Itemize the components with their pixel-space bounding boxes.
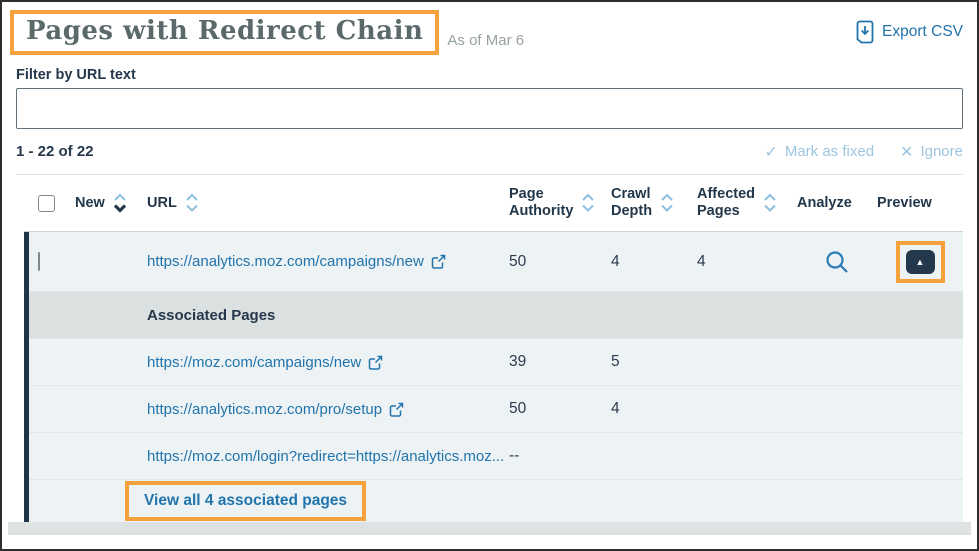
select-all-checkbox[interactable]	[38, 195, 55, 212]
x-icon: ✕	[900, 142, 913, 162]
associated-pages-header: Associated Pages	[29, 292, 963, 339]
checkmark-icon: ✓	[764, 142, 777, 162]
mark-as-fixed-button[interactable]: ✓ Mark as fixed	[764, 142, 874, 162]
header-bar: Pages with Redirect Chain As of Mar 6 Ex…	[10, 10, 969, 55]
sort-icon-page-authority[interactable]	[581, 192, 595, 214]
column-header-url[interactable]: URL	[147, 195, 177, 212]
row-checkbox[interactable]	[38, 252, 40, 271]
associated-row: https://analytics.moz.com/pro/setup 50 4	[29, 386, 963, 433]
table-header-row: New URL Page Authority	[24, 175, 963, 232]
view-all-annotation-box: View all 4 associated pages	[125, 481, 366, 521]
sort-icon-crawl-depth[interactable]	[660, 192, 674, 214]
external-link-icon[interactable]	[431, 254, 446, 269]
page-authority-value: 50	[509, 400, 611, 418]
column-header-preview: Preview	[877, 195, 932, 212]
title-annotation-box: Pages with Redirect Chain	[10, 10, 439, 55]
mark-as-fixed-label: Mark as fixed	[785, 143, 874, 160]
filter-section: Filter by URL text	[16, 67, 963, 129]
expanded-row-group: https://analytics.moz.com/campaigns/new …	[24, 232, 963, 522]
collapse-triangle-icon: ▲	[916, 257, 925, 267]
bulk-actions: ✓ Mark as fixed ✕ Ignore	[764, 142, 963, 162]
preview-annotation-box: ▲	[896, 241, 945, 283]
result-count: 1 - 22 of 22	[16, 143, 94, 160]
associated-row: https://moz.com/campaigns/new 39 5	[29, 339, 963, 386]
count-row: 1 - 22 of 22 ✓ Mark as fixed ✕ Ignore	[16, 129, 963, 175]
table-row-main: https://analytics.moz.com/campaigns/new …	[29, 232, 963, 292]
column-header-page-authority[interactable]: Page Authority	[509, 186, 573, 219]
associated-url-link[interactable]: https://moz.com/campaigns/new	[147, 354, 361, 371]
page-authority-value: --	[509, 447, 611, 465]
export-csv-button[interactable]: Export CSV	[855, 20, 963, 44]
as-of-date: As of Mar 6	[447, 32, 524, 55]
column-header-analyze: Analyze	[797, 195, 852, 212]
sort-icon-new[interactable]	[113, 192, 127, 214]
column-header-affected-pages[interactable]: Affected Pages	[697, 186, 755, 219]
crawl-depth-value: 5	[611, 353, 697, 371]
page-title: Pages with Redirect Chain	[26, 16, 423, 46]
export-csv-icon	[855, 20, 875, 44]
analyze-magnifier-icon[interactable]	[824, 249, 850, 275]
row-url-link[interactable]: https://analytics.moz.com/campaigns/new	[147, 253, 424, 270]
affected-pages-value: 4	[697, 253, 797, 271]
page-authority-value: 39	[509, 353, 611, 371]
associated-pages-label: Associated Pages	[147, 307, 275, 324]
ignore-button[interactable]: ✕ Ignore	[900, 142, 963, 162]
sort-icon-affected-pages[interactable]	[763, 192, 777, 214]
sort-icon-url[interactable]	[185, 192, 199, 214]
external-link-icon[interactable]	[368, 355, 383, 370]
table-bottom-strip	[8, 522, 971, 535]
crawl-depth-value: 4	[611, 400, 697, 418]
export-csv-label: Export CSV	[882, 23, 963, 41]
page-authority-value: 50	[509, 253, 611, 271]
associated-url-link[interactable]: https://moz.com/login?redirect=https://a…	[147, 448, 504, 465]
column-header-new[interactable]: New	[75, 195, 105, 212]
external-link-icon[interactable]	[389, 402, 404, 417]
column-header-crawl-depth[interactable]: Crawl Depth	[611, 186, 652, 219]
filter-url-input[interactable]	[16, 88, 963, 129]
view-all-row: View all 4 associated pages	[29, 480, 963, 522]
associated-row: https://moz.com/login?redirect=https://a…	[29, 433, 963, 480]
filter-label: Filter by URL text	[16, 67, 963, 83]
associated-url-link[interactable]: https://analytics.moz.com/pro/setup	[147, 401, 382, 418]
pages-with-redirect-chain-screen: Pages with Redirect Chain As of Mar 6 Ex…	[0, 0, 979, 551]
crawl-depth-value: 4	[611, 253, 697, 271]
preview-collapse-button[interactable]: ▲	[906, 250, 935, 274]
ignore-label: Ignore	[920, 143, 963, 160]
view-all-associated-pages-link[interactable]: View all 4 associated pages	[144, 492, 347, 509]
